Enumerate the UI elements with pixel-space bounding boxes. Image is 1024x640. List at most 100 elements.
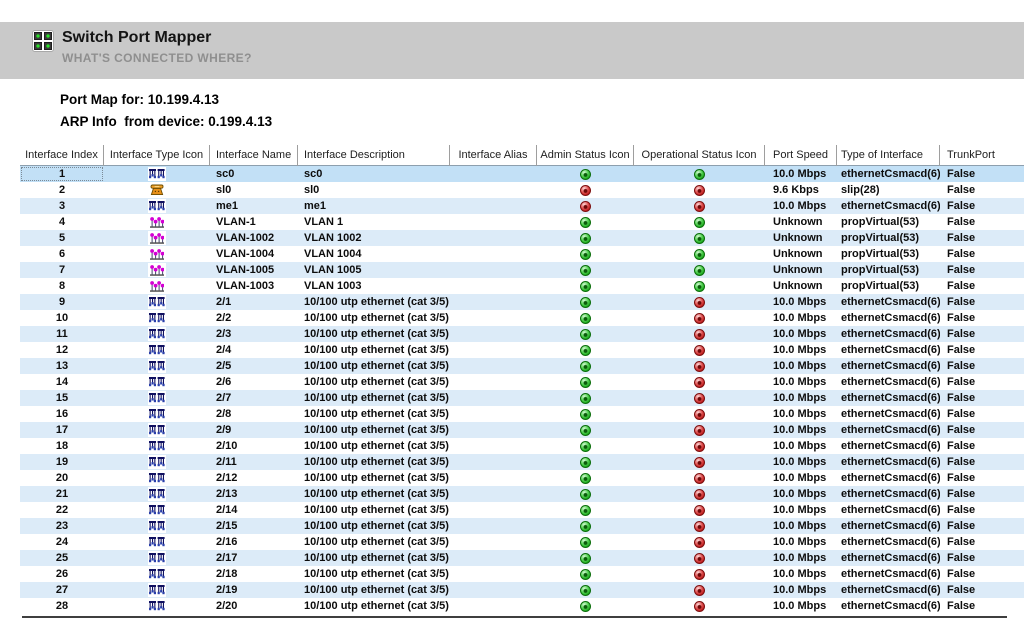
interface-index-cell: 26 bbox=[20, 566, 104, 582]
interface-index-cell: 24 bbox=[20, 534, 104, 550]
operational-status-cell bbox=[634, 518, 765, 534]
interface-description-cell: 10/100 utp ethernet (cat 3/5) bbox=[298, 374, 450, 390]
port-speed-cell: 10.0 Mbps bbox=[765, 598, 837, 614]
interface-name-cell: VLAN-1003 bbox=[210, 278, 298, 294]
interface-type-icon-cell bbox=[104, 582, 210, 598]
interface-type-icon-cell bbox=[104, 438, 210, 454]
table-row[interactable]: 10 2/2 10/100 utp ethernet (cat 3/5) 10.… bbox=[20, 310, 1024, 326]
interface-name-cell: 2/12 bbox=[210, 470, 298, 486]
table-row[interactable]: 26 2/18 10/100 utp ethernet (cat 3/5) 10… bbox=[20, 566, 1024, 582]
interface-description-cell: 10/100 utp ethernet (cat 3/5) bbox=[298, 566, 450, 582]
vlan-icon bbox=[148, 215, 166, 229]
status-red-icon bbox=[694, 377, 705, 388]
interface-index-cell: 17 bbox=[20, 422, 104, 438]
table-row[interactable]: 24 2/16 10/100 utp ethernet (cat 3/5) 10… bbox=[20, 534, 1024, 550]
col-header-interface-index[interactable]: Interface Index bbox=[20, 145, 104, 166]
interface-type-icon-cell bbox=[104, 374, 210, 390]
type-of-interface-cell: ethernetCsmacd(6) bbox=[837, 422, 940, 438]
operational-status-cell bbox=[634, 246, 765, 262]
interface-name-cell: 2/3 bbox=[210, 326, 298, 342]
table-row[interactable]: 7 VLAN-1005 VLAN 1005 Unknown propVirtua… bbox=[20, 262, 1024, 278]
col-header-admin-status-icon[interactable]: Admin Status Icon bbox=[537, 145, 634, 166]
interface-type-icon-cell bbox=[104, 406, 210, 422]
port-speed-cell: 10.0 Mbps bbox=[765, 310, 837, 326]
table-row[interactable]: 8 VLAN-1003 VLAN 1003 Unknown propVirtua… bbox=[20, 278, 1024, 294]
interface-description-cell: 10/100 utp ethernet (cat 3/5) bbox=[298, 582, 450, 598]
interface-alias-cell bbox=[450, 198, 537, 214]
table-row[interactable]: 27 2/19 10/100 utp ethernet (cat 3/5) 10… bbox=[20, 582, 1024, 598]
interface-index-cell: 19 bbox=[20, 454, 104, 470]
table-row[interactable]: 21 2/13 10/100 utp ethernet (cat 3/5) 10… bbox=[20, 486, 1024, 502]
table-row[interactable]: 5 VLAN-1002 VLAN 1002 Unknown propVirtua… bbox=[20, 230, 1024, 246]
port-speed-cell: 10.0 Mbps bbox=[765, 534, 837, 550]
table-row[interactable]: 19 2/11 10/100 utp ethernet (cat 3/5) 10… bbox=[20, 454, 1024, 470]
admin-status-cell bbox=[537, 214, 634, 230]
ethernet-icon bbox=[148, 167, 166, 181]
col-header-type-of-interface[interactable]: Type of Interface bbox=[837, 145, 940, 166]
interface-alias-cell bbox=[450, 326, 537, 342]
table-row[interactable]: 9 2/1 10/100 utp ethernet (cat 3/5) 10.0… bbox=[20, 294, 1024, 310]
type-of-interface-cell: propVirtual(53) bbox=[837, 214, 940, 230]
table-row[interactable]: 28 2/20 10/100 utp ethernet (cat 3/5) 10… bbox=[20, 598, 1024, 614]
status-green-icon bbox=[580, 345, 591, 356]
admin-status-cell bbox=[537, 166, 634, 182]
table-row[interactable]: 17 2/9 10/100 utp ethernet (cat 3/5) 10.… bbox=[20, 422, 1024, 438]
operational-status-cell bbox=[634, 486, 765, 502]
trunkport-cell: False bbox=[940, 246, 1024, 262]
interface-alias-cell bbox=[450, 182, 537, 198]
table-row[interactable]: 1 sc0 sc0 10.0 Mbps ethernetCsmacd(6) Fa… bbox=[20, 166, 1024, 182]
col-header-port-speed[interactable]: Port Speed bbox=[765, 145, 837, 166]
status-green-icon bbox=[580, 377, 591, 388]
status-red-icon bbox=[694, 601, 705, 612]
table-row[interactable]: 20 2/12 10/100 utp ethernet (cat 3/5) 10… bbox=[20, 470, 1024, 486]
port-speed-cell: 10.0 Mbps bbox=[765, 422, 837, 438]
type-of-interface-cell: ethernetCsmacd(6) bbox=[837, 406, 940, 422]
status-red-icon bbox=[694, 185, 705, 196]
operational-status-cell bbox=[634, 358, 765, 374]
interface-description-cell: 10/100 utp ethernet (cat 3/5) bbox=[298, 358, 450, 374]
table-row[interactable]: 2 sl0 sl0 9.6 Kbps slip(28) False bbox=[20, 182, 1024, 198]
type-of-interface-cell: ethernetCsmacd(6) bbox=[837, 598, 940, 614]
table-row[interactable]: 14 2/6 10/100 utp ethernet (cat 3/5) 10.… bbox=[20, 374, 1024, 390]
trunkport-cell: False bbox=[940, 374, 1024, 390]
port-speed-cell: 10.0 Mbps bbox=[765, 582, 837, 598]
interface-index-cell: 15 bbox=[20, 390, 104, 406]
interface-index-cell: 5 bbox=[20, 230, 104, 246]
table-header-row: Interface Index Interface Type Icon Inte… bbox=[20, 145, 1024, 166]
table-row[interactable]: 11 2/3 10/100 utp ethernet (cat 3/5) 10.… bbox=[20, 326, 1024, 342]
col-header-interface-name[interactable]: Interface Name bbox=[210, 145, 298, 166]
status-red-icon bbox=[694, 345, 705, 356]
table-row[interactable]: 3 me1 me1 10.0 Mbps ethernetCsmacd(6) Fa… bbox=[20, 198, 1024, 214]
table-row[interactable]: 18 2/10 10/100 utp ethernet (cat 3/5) 10… bbox=[20, 438, 1024, 454]
status-green-icon bbox=[694, 169, 705, 180]
col-header-trunkport[interactable]: TrunkPort bbox=[940, 145, 1024, 166]
status-green-icon bbox=[580, 249, 591, 260]
interface-name-cell: 2/17 bbox=[210, 550, 298, 566]
table-row[interactable]: 16 2/8 10/100 utp ethernet (cat 3/5) 10.… bbox=[20, 406, 1024, 422]
trunkport-cell: False bbox=[940, 438, 1024, 454]
port-speed-cell: 10.0 Mbps bbox=[765, 486, 837, 502]
table-row[interactable]: 13 2/5 10/100 utp ethernet (cat 3/5) 10.… bbox=[20, 358, 1024, 374]
admin-status-cell bbox=[537, 550, 634, 566]
ethernet-icon bbox=[148, 487, 166, 501]
col-header-operational-status-icon[interactable]: Operational Status Icon bbox=[634, 145, 765, 166]
col-header-interface-type-icon[interactable]: Interface Type Icon bbox=[104, 145, 210, 166]
table-row[interactable]: 4 VLAN-1 VLAN 1 Unknown propVirtual(53) … bbox=[20, 214, 1024, 230]
table-row[interactable]: 6 VLAN-1004 VLAN 1004 Unknown propVirtua… bbox=[20, 246, 1024, 262]
table-row[interactable]: 23 2/15 10/100 utp ethernet (cat 3/5) 10… bbox=[20, 518, 1024, 534]
status-green-icon bbox=[694, 249, 705, 260]
col-header-interface-description[interactable]: Interface Description bbox=[298, 145, 450, 166]
operational-status-cell bbox=[634, 198, 765, 214]
interface-alias-cell bbox=[450, 278, 537, 294]
interface-alias-cell bbox=[450, 470, 537, 486]
col-header-interface-alias[interactable]: Interface Alias bbox=[450, 145, 537, 166]
table-row[interactable]: 12 2/4 10/100 utp ethernet (cat 3/5) 10.… bbox=[20, 342, 1024, 358]
type-of-interface-cell: ethernetCsmacd(6) bbox=[837, 374, 940, 390]
ethernet-icon bbox=[148, 327, 166, 341]
table-row[interactable]: 15 2/7 10/100 utp ethernet (cat 3/5) 10.… bbox=[20, 390, 1024, 406]
table-row[interactable]: 25 2/17 10/100 utp ethernet (cat 3/5) 10… bbox=[20, 550, 1024, 566]
status-red-icon bbox=[694, 521, 705, 532]
status-green-icon bbox=[580, 233, 591, 244]
operational-status-cell bbox=[634, 310, 765, 326]
table-row[interactable]: 22 2/14 10/100 utp ethernet (cat 3/5) 10… bbox=[20, 502, 1024, 518]
